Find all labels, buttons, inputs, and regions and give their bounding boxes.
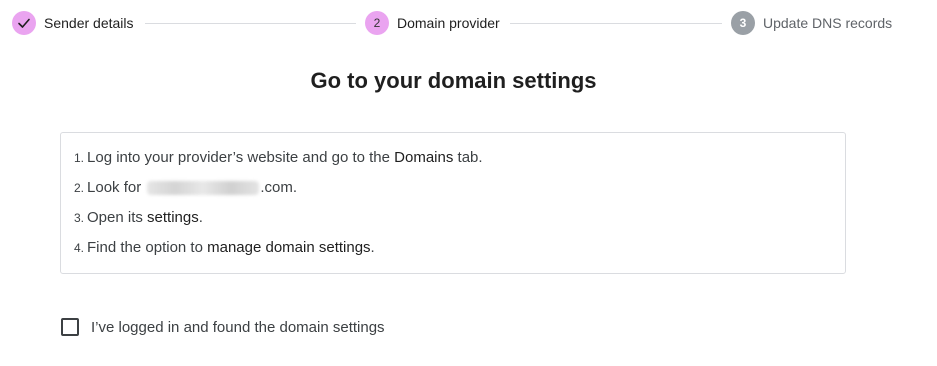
redacted-domain [147, 181, 260, 196]
step-3-label: Update DNS records [763, 15, 893, 31]
step-3-number: 3 [731, 11, 755, 35]
instruction-text: Look for .com. [87, 177, 297, 199]
instruction-text-part: . [198, 209, 203, 226]
step-update-dns-records[interactable]: 3 Update DNS records [731, 11, 892, 35]
instruction-item: 4. Find the option to manage domain sett… [61, 237, 845, 267]
step-1-label: Sender details [44, 15, 134, 31]
instruction-number: 2. [74, 181, 85, 195]
instruction-text: Log into your provider’s website and go … [87, 147, 483, 169]
page-title: Go to your domain settings [310, 68, 597, 93]
instruction-number: 1. [74, 151, 85, 165]
instructions-list: 1. Log into your provider’s website and … [61, 147, 845, 267]
instruction-emphasis: manage domain settings [207, 239, 371, 256]
instruction-emphasis: Domains [394, 149, 454, 166]
progress-stepper: Sender details 2 Domain provider 3 Updat… [0, 0, 937, 46]
instruction-text-part: .com. [260, 179, 298, 196]
step-connector [510, 23, 722, 24]
instruction-text: Find the option to manage domain setting… [87, 237, 375, 259]
instruction-number: 3. [74, 211, 85, 225]
instruction-text-part: . [370, 239, 375, 256]
instruction-text-part: Open its [87, 209, 148, 226]
instruction-number: 4. [74, 241, 85, 255]
confirm-checkbox-row[interactable]: I’ve logged in and found the domain sett… [61, 318, 385, 336]
instruction-item: 3. Open its settings. [61, 207, 845, 237]
confirm-checkbox-label[interactable]: I’ve logged in and found the domain sett… [91, 319, 385, 336]
instruction-text-part: Find the option to [87, 239, 208, 256]
step-2-number: 2 [365, 11, 389, 35]
instruction-text-part: Log into your provider’s website and go … [87, 149, 395, 166]
confirm-checkbox[interactable] [61, 318, 79, 336]
instruction-text-part: tab. [453, 149, 483, 166]
step-connector [145, 23, 356, 24]
step-domain-provider[interactable]: 2 Domain provider [365, 11, 500, 35]
step-2-label: Domain provider [397, 15, 500, 31]
instruction-emphasis: settings [147, 209, 199, 226]
instruction-item: 1. Log into your provider’s website and … [61, 147, 845, 177]
step-sender-details[interactable]: Sender details [12, 11, 134, 35]
instruction-item: 2. Look for .com. [61, 177, 845, 207]
instruction-text: Open its settings. [87, 207, 203, 229]
instructions-box: 1. Log into your provider’s website and … [60, 132, 846, 274]
instruction-text-part: Look for [87, 179, 146, 196]
step-1-complete-badge [12, 11, 36, 35]
checkmark-icon [18, 18, 30, 28]
